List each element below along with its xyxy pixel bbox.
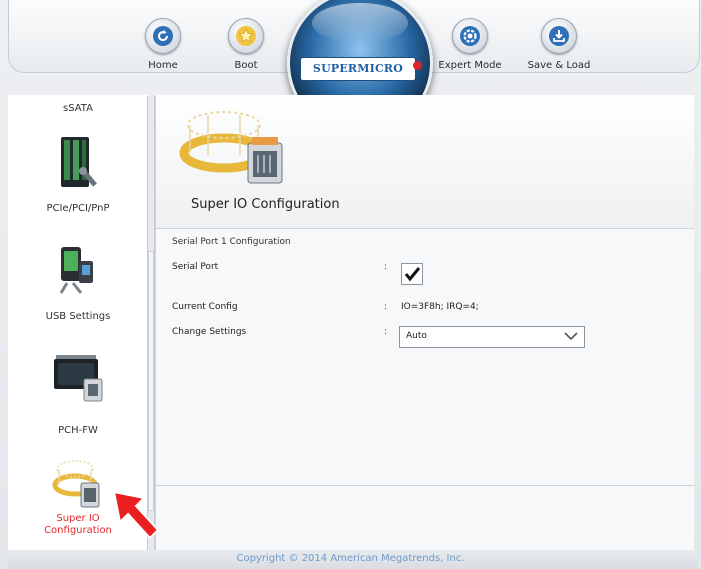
sidebar-item-label: Super IO Configuration xyxy=(44,513,112,536)
expert-mode-label: Expert Mode xyxy=(438,60,502,71)
top-nav-bar: Home Boot SUPERMICRO Expert Mode Save & … xyxy=(8,0,700,136)
main-panel: Super IO Configuration Serial Port 1 Con… xyxy=(155,95,694,550)
sidebar-item-label: USB Settings xyxy=(45,311,111,322)
pci-card-icon xyxy=(61,137,97,187)
change-settings-value: Auto xyxy=(406,331,427,341)
chevron-down-icon xyxy=(564,332,578,341)
save-load-button[interactable]: Save & Load xyxy=(519,18,599,88)
logo-text: SUPERMICRO xyxy=(300,57,416,81)
checkmark-icon xyxy=(404,267,421,282)
change-settings-label: Change Settings xyxy=(172,327,247,337)
sidebar-scroll-thumb[interactable] xyxy=(148,251,154,511)
super-io-large-icon xyxy=(179,111,283,184)
sidebar-item-pcie-pci-pnp[interactable]: PCIe/PCI/PnP xyxy=(8,135,148,214)
home-label: Home xyxy=(148,60,178,71)
content-divider xyxy=(156,485,694,486)
sidebar-scrollbar[interactable] xyxy=(147,96,155,551)
logo-shine xyxy=(312,3,408,43)
logo-red-dot xyxy=(413,61,422,70)
current-config-colon: : xyxy=(384,302,388,312)
red-arrow-pointer xyxy=(112,490,160,540)
page-title: Super IO Configuration xyxy=(191,197,340,212)
chip-firmware-icon xyxy=(54,355,103,402)
download-icon xyxy=(541,18,577,54)
sidebar-item-label: PCIe/PCI/PnP xyxy=(46,203,110,214)
sidebar-item-usb-settings[interactable]: USB Settings xyxy=(8,243,148,322)
page-header: Super IO Configuration xyxy=(156,95,694,229)
sidebar: sSATA PCIe/PCI/PnP USB Settings PCH-FW S… xyxy=(8,95,148,550)
sidebar-item-pch-fw[interactable]: PCH-FW xyxy=(8,353,148,436)
bios-app: Home Boot SUPERMICRO Expert Mode Save & … xyxy=(0,0,701,569)
home-button[interactable]: Home xyxy=(123,18,203,88)
home-icon xyxy=(145,18,181,54)
change-settings-colon: : xyxy=(384,327,388,337)
serial-port-checkbox[interactable] xyxy=(401,263,423,285)
gear-icon xyxy=(452,18,488,54)
expert-mode-button[interactable]: Expert Mode xyxy=(430,18,510,88)
current-config-label: Current Config xyxy=(172,302,238,312)
usb-device-icon xyxy=(59,247,93,294)
change-settings-select[interactable]: Auto xyxy=(399,326,585,348)
star-icon xyxy=(228,18,264,54)
copyright-text: Copyright © 2014 American Megatrends, In… xyxy=(236,553,465,564)
serial-port-colon: : xyxy=(384,262,388,272)
save-load-label: Save & Load xyxy=(527,60,591,71)
serial-port-label: Serial Port xyxy=(172,262,219,272)
sidebar-item-ssata[interactable]: sSATA xyxy=(8,103,148,114)
current-config-value: IO=3F8h; IRQ=4; xyxy=(401,302,479,312)
boot-label: Boot xyxy=(234,60,258,71)
section-title: Serial Port 1 Configuration xyxy=(172,237,291,247)
sidebar-item-label: sSATA xyxy=(63,103,93,114)
super-io-icon xyxy=(52,460,100,508)
boot-button[interactable]: Boot xyxy=(206,18,286,88)
sidebar-item-label: PCH-FW xyxy=(58,425,98,436)
